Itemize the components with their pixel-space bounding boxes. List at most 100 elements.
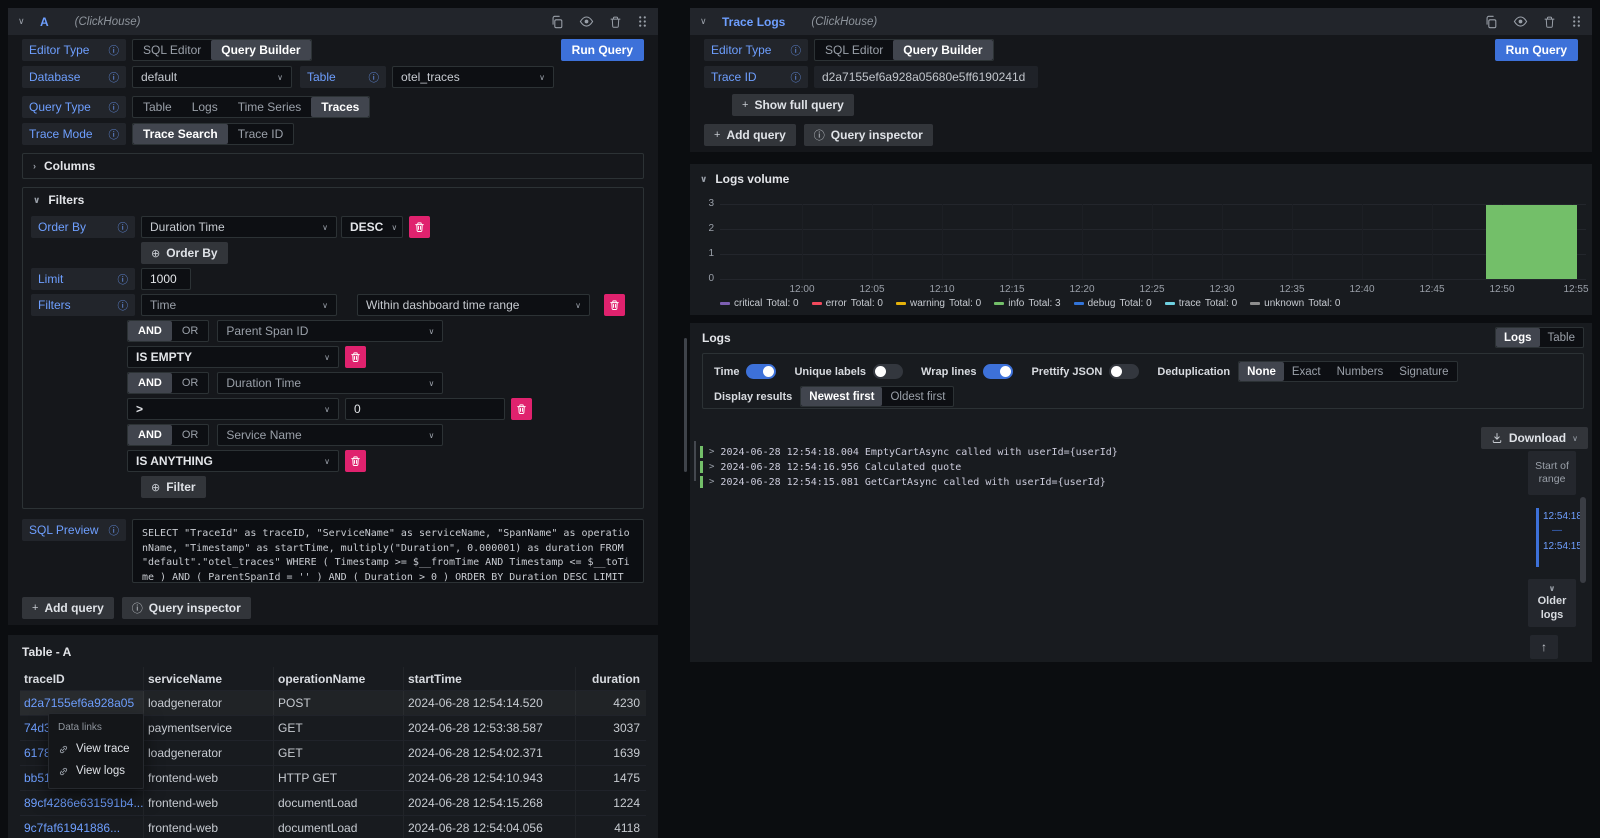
view-option-table[interactable]: Table [1540, 328, 1584, 347]
scroll-to-top-button[interactable]: ↑ [1530, 635, 1558, 659]
info-icon[interactable]: ⓘ [118, 272, 129, 287]
remove-order-by-button[interactable] [409, 216, 430, 238]
dedup-signature[interactable]: Signature [1391, 362, 1456, 381]
filter-field-select[interactable]: Time∨ [141, 294, 337, 316]
duplicate-icon[interactable] [550, 15, 564, 29]
time-toggle[interactable] [746, 364, 776, 379]
log-row[interactable]: > 2024-06-28 12:54:16.956 Calculated quo… [700, 460, 1472, 474]
condition-value-input[interactable]: 0 [345, 398, 505, 420]
query-inspector-button[interactable]: ⓘQuery inspector [804, 124, 933, 146]
logs-volume-chart[interactable] [720, 204, 1586, 280]
legend-item[interactable]: debugTotal: 0 [1074, 298, 1152, 309]
older-logs-button[interactable]: ∨ Older logs [1528, 579, 1576, 627]
prettify-json-toggle[interactable] [1109, 364, 1139, 379]
view-logs-menu-item[interactable]: View logs [49, 760, 143, 782]
bool-and[interactable]: AND [128, 425, 172, 445]
eye-icon[interactable] [1513, 14, 1528, 29]
display-newest-first[interactable]: Newest first [801, 387, 882, 406]
legend-item[interactable]: warningTotal: 0 [896, 298, 981, 309]
query-title[interactable]: Trace Logs [722, 15, 785, 29]
query-type-logs[interactable]: Logs [182, 97, 228, 117]
log-expand-icon[interactable]: > [709, 477, 714, 487]
add-filter-button[interactable]: ⊕Filter [141, 476, 206, 498]
log-row[interactable]: > 2024-06-28 12:54:18.004 EmptyCartAsync… [700, 445, 1472, 459]
unique-labels-toggle[interactable] [873, 364, 903, 379]
dedup-none[interactable]: None [1239, 362, 1284, 381]
collapse-chevron-icon[interactable]: ∨ [700, 16, 714, 27]
legend-item[interactable]: traceTotal: 0 [1165, 298, 1237, 309]
column-header-servicename[interactable]: serviceName [144, 667, 274, 690]
drag-handle-icon[interactable] [1571, 15, 1582, 28]
view-option-logs[interactable]: Logs [1496, 328, 1539, 347]
download-button[interactable]: Download ∨ [1481, 427, 1588, 449]
condition-operator-select[interactable]: IS EMPTY∨ [127, 346, 339, 368]
trace-id-input[interactable]: d2a7155ef6a928a05680e5ff6190241d [814, 66, 1038, 88]
eye-icon[interactable] [579, 14, 594, 29]
remove-condition-button[interactable] [511, 398, 532, 420]
bool-or[interactable]: OR [172, 321, 209, 341]
remove-condition-button[interactable] [345, 450, 366, 472]
run-query-button[interactable]: Run Query [1495, 39, 1578, 61]
limit-input[interactable]: 1000 [141, 268, 191, 290]
legend-item[interactable]: criticalTotal: 0 [720, 298, 799, 309]
query-ref-id[interactable]: A [40, 15, 49, 29]
bool-or[interactable]: OR [172, 425, 209, 445]
run-query-button[interactable]: Run Query [561, 39, 644, 61]
editor-type-sql-editor[interactable]: SQL Editor [133, 40, 211, 60]
editor-scrollbar[interactable] [684, 338, 687, 472]
display-oldest-first[interactable]: Oldest first [882, 387, 953, 406]
bool-and[interactable]: AND [128, 373, 172, 393]
query-type-traces[interactable]: Traces [311, 97, 369, 117]
condition-field-select[interactable]: Parent Span ID∨ [217, 320, 443, 342]
logs-volume-header[interactable]: ∨ Logs volume [700, 172, 789, 186]
trace-id-link[interactable]: 9c7faf61941886... [20, 816, 144, 838]
trace-id-link[interactable]: 89cf4286e631591b4... [20, 791, 144, 815]
time-range-select[interactable]: Within dashboard time range∨ [357, 294, 590, 316]
drag-handle-icon[interactable] [637, 15, 648, 28]
info-icon[interactable]: ⓘ [109, 127, 120, 142]
dedup-numbers[interactable]: Numbers [1329, 362, 1392, 381]
remove-filter-button[interactable] [604, 294, 625, 316]
condition-operator-select[interactable]: >∨ [127, 398, 339, 420]
editor-type-sql-editor[interactable]: SQL Editor [815, 40, 893, 60]
query-type-table[interactable]: Table [133, 97, 182, 117]
info-icon[interactable]: ⓘ [369, 70, 380, 85]
logs-scrollbar[interactable] [1580, 497, 1586, 583]
log-expand-icon[interactable]: > [709, 462, 714, 472]
order-by-direction-select[interactable]: DESC∨ [341, 216, 403, 238]
info-icon[interactable]: ⓘ [109, 43, 120, 58]
info-icon[interactable]: ⓘ [109, 70, 120, 85]
info-icon[interactable]: ⓘ [791, 43, 802, 58]
info-icon[interactable]: ⓘ [118, 298, 129, 313]
legend-item[interactable]: errorTotal: 0 [812, 298, 883, 309]
column-header-operationname[interactable]: operationName [274, 667, 404, 690]
trace-mode-trace-search[interactable]: Trace Search [133, 124, 228, 144]
bool-or[interactable]: OR [172, 373, 209, 393]
editor-type-query-builder[interactable]: Query Builder [893, 40, 992, 60]
view-trace-menu-item[interactable]: View trace [49, 738, 143, 760]
column-header-duration[interactable]: duration [576, 667, 646, 690]
duplicate-icon[interactable] [1484, 15, 1498, 29]
info-icon[interactable]: ⓘ [109, 523, 120, 538]
trash-icon[interactable] [1543, 15, 1556, 29]
remove-condition-button[interactable] [345, 346, 366, 368]
collapse-chevron-icon[interactable]: ∨ [18, 16, 32, 27]
column-header-traceid[interactable]: traceID [20, 667, 144, 690]
query-inspector-button[interactable]: ⓘQuery inspector [122, 597, 251, 619]
condition-field-select[interactable]: Duration Time∨ [217, 372, 443, 394]
dedup-exact[interactable]: Exact [1284, 362, 1329, 381]
trash-icon[interactable] [609, 15, 622, 29]
column-header-starttime[interactable]: startTime [404, 667, 576, 690]
volume-bar[interactable] [1486, 205, 1577, 279]
trace-id-link[interactable]: d2a7155ef6a928a05 [20, 691, 144, 715]
info-icon[interactable]: ⓘ [109, 100, 120, 115]
legend-item[interactable]: unknownTotal: 0 [1250, 298, 1340, 309]
info-icon[interactable]: ⓘ [118, 220, 129, 235]
info-icon[interactable]: ⓘ [791, 70, 802, 85]
log-row[interactable]: > 2024-06-28 12:54:15.081 GetCartAsync c… [700, 475, 1472, 489]
add-order-by-button[interactable]: ⊕Order By [141, 242, 228, 264]
editor-type-query-builder[interactable]: Query Builder [211, 40, 310, 60]
table-select[interactable]: otel_traces∨ [392, 66, 554, 88]
add-query-button[interactable]: +Add query [704, 124, 796, 146]
filters-section-header[interactable]: ∨Filters [23, 188, 643, 212]
